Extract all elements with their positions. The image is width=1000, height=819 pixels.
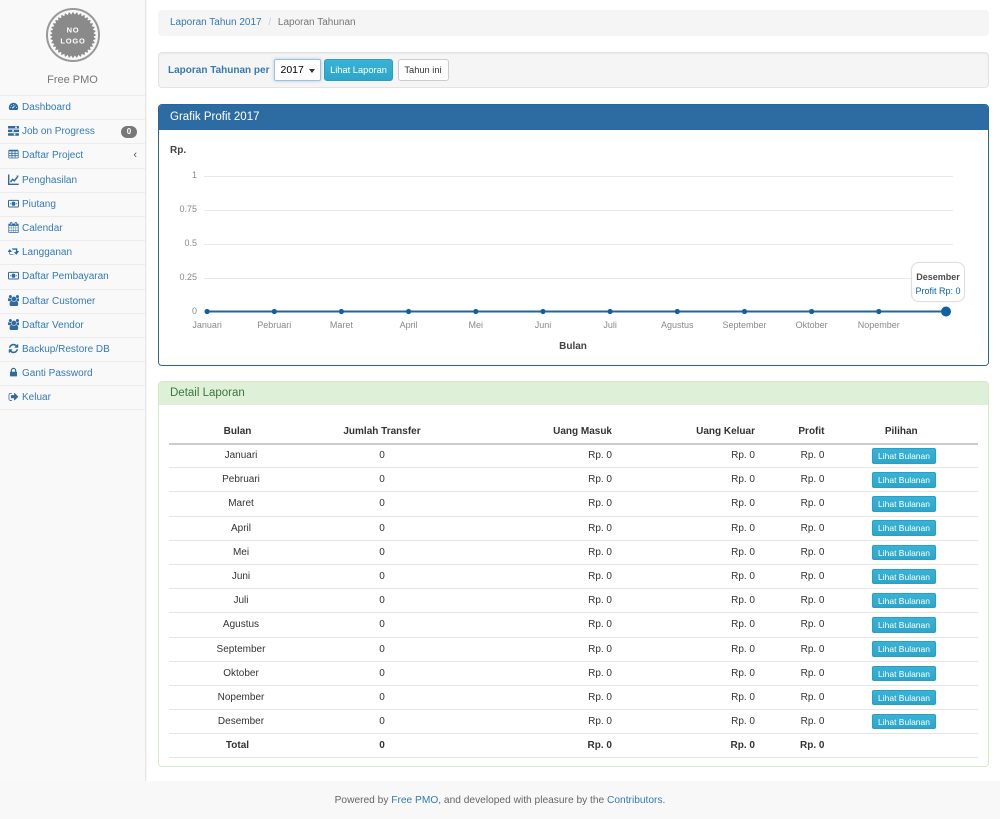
svg-text:NO: NO <box>66 26 79 35</box>
svg-text:LOGO: LOGO <box>60 37 85 46</box>
